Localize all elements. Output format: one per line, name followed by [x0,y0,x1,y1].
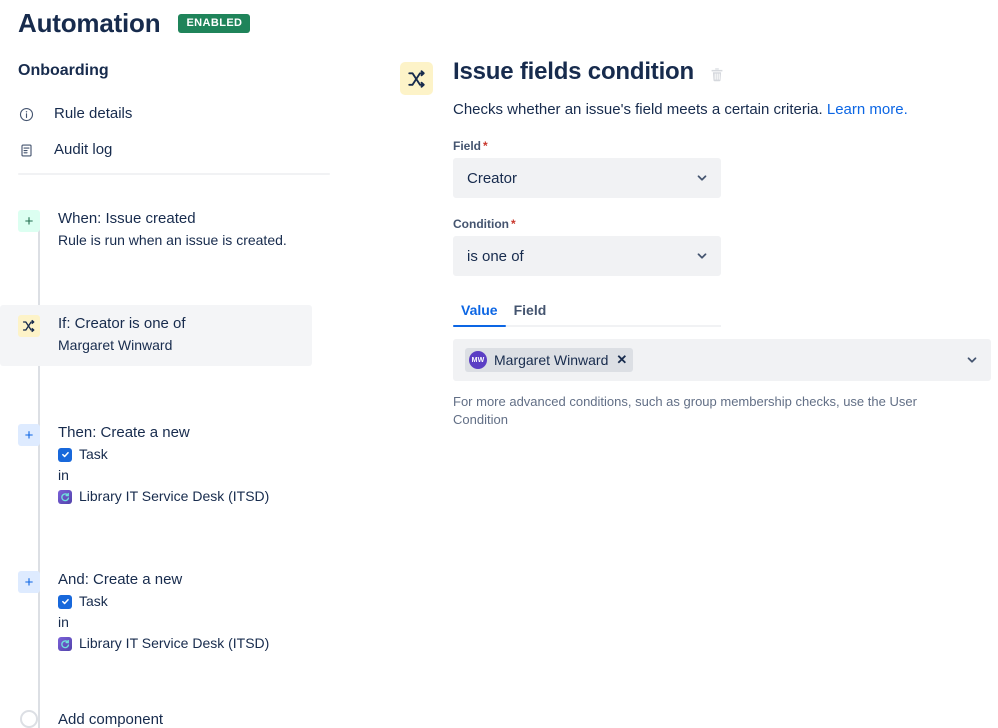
rule-name-heading: Onboarding [18,62,109,79]
condition-select-value: is one of [467,247,524,265]
task-icon [58,594,72,609]
field-label: Field * [453,139,991,153]
issue-type-label: Task [79,446,108,462]
field-select[interactable]: Creator [453,158,721,198]
condition-label: Condition * [453,217,991,231]
tree-node-title: If: Creator is one of [58,315,186,332]
add-component-button[interactable]: Add component [0,710,392,728]
tree-node-title: Then: Create a new [58,424,190,441]
panel-header: Issue fields condition Checks whether an… [400,56,998,429]
tree-node-subtitle: Rule is run when an issue is created. [58,232,287,248]
required-marker: * [483,139,488,153]
tree-node-action-and[interactable]: + And: Create a new Task in Library IT S… [0,561,392,664]
panel-title: Issue fields condition [453,58,694,85]
tree-node-body: When: Issue created Rule is run when an … [58,208,287,251]
project-avatar-icon [58,489,72,504]
panel-description-text: Checks whether an issue's field meets a … [453,101,823,118]
status-badge: ENABLED [178,13,251,33]
tree-node-joiner: in [58,467,69,483]
tree-node-trigger[interactable]: + When: Issue created Rule is run when a… [0,200,392,261]
left-panel: Onboarding Rule details Audit log + When… [0,56,392,728]
page-header: Automation ENABLED [18,6,251,40]
tree-node-action-then[interactable]: + Then: Create a new Task in Library IT … [0,414,392,517]
trash-icon[interactable] [708,66,726,84]
panel-header-text: Issue fields condition Checks whether an… [453,56,991,429]
sidebar-divider [18,173,330,175]
shuffle-icon [18,315,40,337]
tree-node-issue-type: Task [58,444,269,465]
condition-label-text: Condition [453,217,509,231]
tree-node-issue-type: Task [58,591,269,612]
project-label: Library IT Service Desk (ITSD) [79,635,270,651]
value-multiselect[interactable]: MW Margaret Winward ✕ [453,339,991,381]
sidebar-item-label: Rule details [54,105,133,122]
user-chip-label: Margaret Winward [494,352,609,368]
plus-icon: + [18,210,40,232]
tree-node-subtitle: Margaret Winward [58,337,173,353]
add-circle-icon [20,710,38,728]
sidebar-item-audit-log[interactable]: Audit log [18,132,318,168]
tab-value[interactable]: Value [453,302,506,327]
document-log-icon [18,142,34,158]
avatar: MW [469,351,487,369]
tree-node-condition[interactable]: If: Creator is one of Margaret Winward [0,305,312,366]
plus-icon: + [18,571,40,593]
info-circle-icon [18,106,34,122]
task-icon [58,447,72,462]
project-avatar-icon [58,636,72,651]
condition-select[interactable]: is one of [453,236,721,276]
user-chip[interactable]: MW Margaret Winward ✕ [465,348,634,372]
tree-node-body: Then: Create a new Task in Library IT Se… [58,422,269,507]
chevron-down-icon [695,171,709,185]
tree-node-joiner: in [58,614,69,630]
tab-field[interactable]: Field [506,302,555,325]
project-label: Library IT Service Desk (ITSD) [79,488,270,504]
value-help-text: For more advanced conditions, such as gr… [453,394,917,427]
field-label-text: Field [453,139,482,153]
add-component-label: Add component [58,710,164,728]
automation-rule-editor: Automation ENABLED Onboarding Rule detai… [0,0,998,728]
tree-node-project: Library IT Service Desk (ITSD) [58,633,269,654]
plus-icon: + [18,424,40,446]
chevron-down-icon[interactable] [965,353,979,367]
sidebar-item-rule-details[interactable]: Rule details [18,96,318,132]
shuffle-icon [400,62,433,95]
tree-node-title: And: Create a new [58,571,183,588]
rule-tree: + When: Issue created Rule is run when a… [0,192,392,728]
sidebar-item-label: Audit log [54,141,113,158]
panel-title-row: Issue fields condition [453,56,991,88]
chevron-down-icon [695,249,709,263]
close-icon[interactable]: ✕ [615,352,627,368]
issue-type-label: Task [79,593,108,609]
tree-node-project: Library IT Service Desk (ITSD) [58,486,269,507]
required-marker: * [510,217,516,231]
learn-more-link[interactable]: Learn more. [827,101,908,118]
sidebar-nav: Rule details Audit log [18,96,318,168]
value-field-tabs: Value Field [453,302,721,327]
component-detail-panel: Issue fields condition Checks whether an… [400,56,998,429]
tree-node-body: If: Creator is one of Margaret Winward [58,313,186,356]
field-select-value: Creator [467,169,518,187]
page-title: Automation [18,8,161,38]
tree-node-title: When: Issue created [58,210,196,227]
tree-node-body: And: Create a new Task in Library IT Ser… [58,569,269,654]
panel-description: Checks whether an issue's field meets a … [453,99,991,120]
